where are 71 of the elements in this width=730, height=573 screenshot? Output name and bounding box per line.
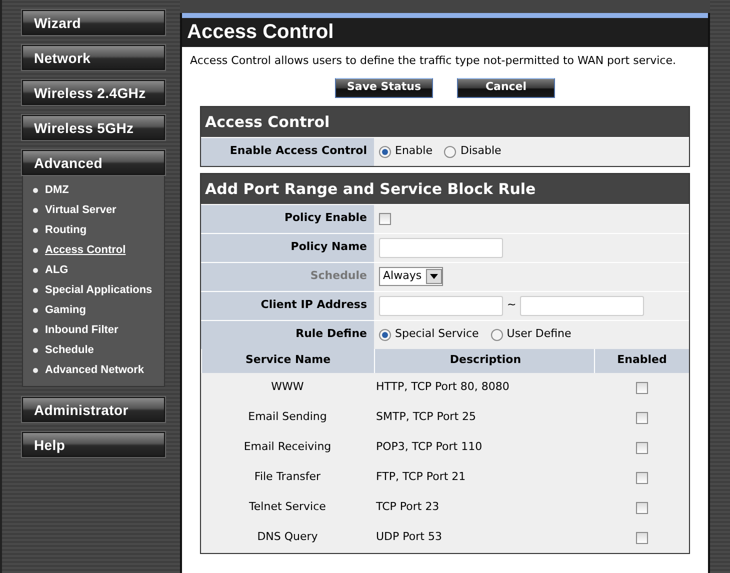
submenu-link[interactable]: Access Control (45, 242, 126, 258)
nav-button[interactable]: Advanced (22, 150, 165, 175)
action-button[interactable]: Save Status (335, 78, 433, 98)
submenu-link[interactable]: Schedule (45, 342, 94, 358)
table-cell-text: TCP Port 23 (375, 499, 440, 516)
nav-button[interactable]: Administrator (22, 397, 165, 422)
submenu-link[interactable]: Inbound Filter (45, 322, 118, 338)
caret-icon (430, 274, 438, 279)
radio-label: Disable (460, 143, 502, 160)
field-label: Policy Name (201, 234, 374, 262)
table-cell-text: HTTP, TCP Port 80, 8080 (375, 379, 510, 396)
table-cell-text: FTP, TCP Port 21 (375, 469, 467, 486)
submenu-link[interactable]: Advanced Network (45, 362, 144, 378)
nav-button[interactable]: Wireless 5GHz (22, 115, 165, 140)
range-separator: ~ (507, 297, 516, 314)
table-cell-text: Telnet Service (248, 499, 327, 516)
radio-label: Enable (395, 143, 432, 160)
page-title: Access Control (182, 13, 708, 47)
table-cell-text: POP3, TCP Port 110 (375, 439, 484, 456)
input-field[interactable] (520, 296, 644, 316)
nav-button[interactable]: Wireless 2.4GHz (22, 80, 165, 105)
nav-button[interactable]: Network (22, 45, 165, 70)
action-button[interactable]: Cancel (457, 78, 555, 98)
bullet-icon (33, 268, 38, 272)
radio-button[interactable] (379, 146, 391, 158)
checkbox[interactable] (636, 442, 648, 454)
bullet-icon (33, 348, 38, 352)
radio-button[interactable] (490, 328, 503, 340)
submenu-link[interactable]: Virtual Server (45, 202, 116, 218)
radio-button[interactable] (444, 146, 456, 158)
input-field[interactable] (379, 296, 503, 316)
bullet-icon (33, 248, 38, 252)
table-cell-text: Email Sending (247, 409, 328, 426)
bullet-icon (33, 228, 38, 232)
description-text: Access Control allows users to define the traffic type not-permitted to WAN port service. (189, 53, 677, 69)
radio-label: Special Service (395, 326, 479, 342)
checkbox[interactable] (636, 412, 648, 424)
bullet-icon (33, 288, 38, 292)
table-cell-text: WWW (270, 379, 305, 396)
submenu-link[interactable]: DMZ (45, 182, 69, 198)
table-cell-text: File Transfer (253, 469, 322, 486)
checkbox[interactable] (636, 532, 648, 544)
input-field[interactable] (379, 238, 503, 258)
field-label: Client IP Address (201, 292, 374, 320)
field-label: Enable Access Control (201, 138, 374, 166)
submenu-link[interactable]: Gaming (45, 302, 86, 318)
submenu-link[interactable]: Routing (45, 222, 87, 238)
radio-button[interactable] (379, 328, 391, 340)
table-cell-text: Email Receiving (242, 439, 332, 456)
submenu-link[interactable]: Special Applications (45, 282, 152, 298)
bullet-icon (33, 368, 38, 372)
bullet-icon (33, 188, 38, 192)
nav-button[interactable]: Wizard (22, 10, 165, 35)
table-cell-text: SMTP, TCP Port 25 (375, 409, 478, 426)
table-cell-text: DNS Query (256, 529, 319, 546)
submenu-link[interactable]: ALG (45, 262, 68, 278)
section-header: Access Control (201, 106, 689, 136)
nav-button[interactable]: Help (22, 432, 165, 457)
checkbox[interactable] (379, 212, 391, 224)
checkbox[interactable] (636, 472, 648, 484)
bullet-icon (33, 308, 38, 312)
bullet-icon (33, 208, 38, 212)
checkbox[interactable] (636, 502, 648, 514)
radio-label: User Define (506, 326, 572, 342)
section-header: Add Port Range and Service Block Rule (201, 174, 689, 204)
field-label: Schedule (201, 262, 374, 290)
bullet-icon (33, 328, 38, 332)
checkbox[interactable] (636, 382, 648, 394)
field-label: Policy Enable (201, 204, 374, 232)
field-label: Rule Define (201, 320, 374, 348)
table-cell-text: UDP Port 53 (375, 529, 443, 546)
